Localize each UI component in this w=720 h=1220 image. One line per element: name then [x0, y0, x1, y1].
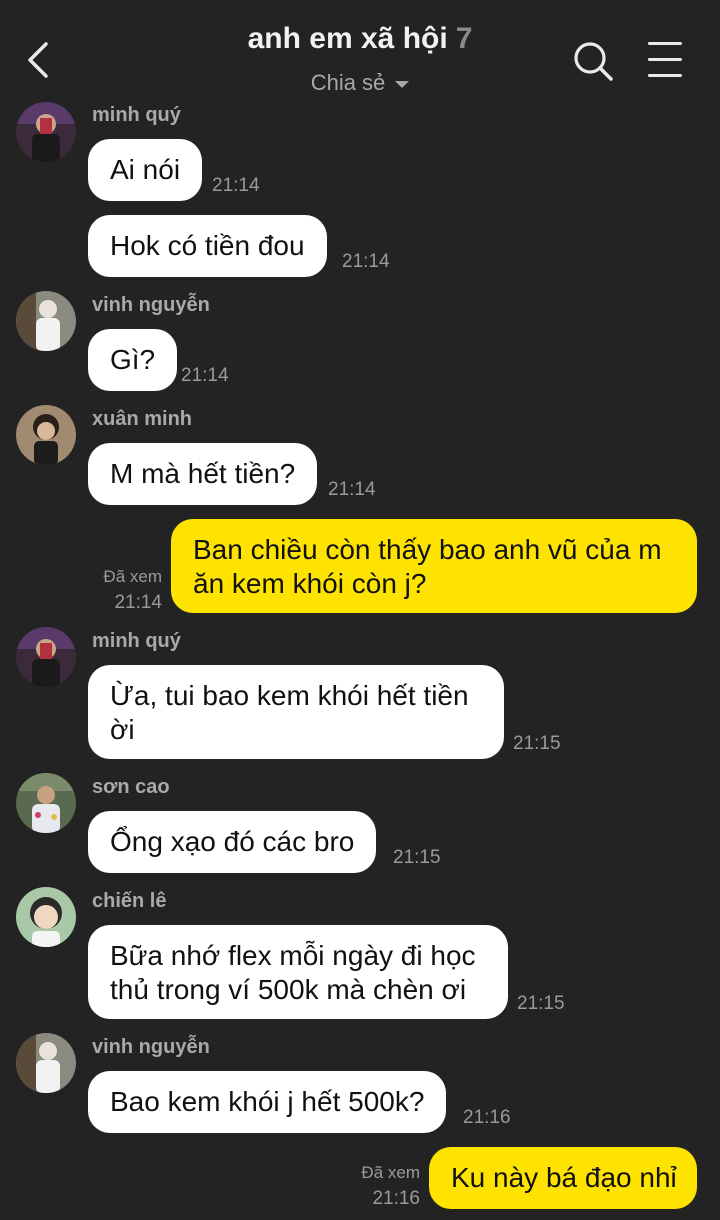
member-count: 7 [455, 22, 473, 55]
message-bubble[interactable]: Bữa nhớ flex mỗi ngày đi học thủ trong v… [88, 925, 508, 1019]
message-bubble[interactable]: Ổng xạo đó các bro [88, 811, 377, 873]
sender-name: xuân minh [92, 408, 193, 430]
message-time: 21:14 [181, 365, 229, 386]
my-message-bubble[interactable]: Ban chiều còn thấy bao anh vũ của m ăn k… [171, 519, 697, 613]
message-bubble[interactable]: M mà hết tiền? [88, 443, 318, 505]
avatar[interactable] [16, 102, 76, 162]
avatar[interactable] [16, 405, 76, 465]
message-bubble[interactable]: Bao kem khói j hết 500k? [88, 1071, 447, 1133]
message-time: 21:15 [517, 993, 565, 1014]
sender-name: minh quý [92, 630, 181, 652]
seen-status: Đã xem 21:14 [90, 564, 162, 616]
avatar-photo [16, 773, 76, 833]
message-time: 21:15 [513, 733, 561, 754]
my-message-bubble[interactable]: Ku này bá đạo nhỉ [429, 1147, 697, 1209]
avatar[interactable] [16, 1033, 76, 1093]
avatar[interactable] [16, 627, 76, 687]
sender-name: vinh nguyễn [92, 294, 210, 316]
chat-title: anh em xã hội [247, 22, 448, 55]
avatar-photo [16, 887, 76, 947]
message-bubble[interactable]: Ừa, tui bao kem khói hết tiền ời [88, 665, 504, 759]
message-time: 21:14 [212, 175, 260, 196]
seen-label: Đã xem [103, 567, 162, 586]
menu-button[interactable] [648, 42, 684, 78]
chevron-down-icon [395, 80, 410, 88]
avatar-photo [16, 627, 76, 687]
search-icon [574, 42, 613, 81]
message-time: 21:14 [342, 251, 390, 272]
share-label: Chia sẻ [310, 70, 386, 95]
seen-status: Đã xem 21:16 [348, 1160, 420, 1212]
avatar-photo [16, 291, 76, 351]
sender-name: vinh nguyễn [92, 1036, 210, 1058]
message-bubble[interactable]: Gì? [88, 329, 178, 391]
message-time: 21:14 [328, 479, 376, 500]
message-time: 21:15 [393, 847, 441, 868]
message-time: 21:16 [372, 1188, 420, 1209]
menu-icon [648, 42, 682, 45]
message-time: 21:16 [463, 1107, 511, 1128]
avatar[interactable] [16, 773, 76, 833]
avatar[interactable] [16, 887, 76, 947]
sender-name: chiến lê [92, 890, 167, 912]
message-time: 21:14 [114, 592, 162, 613]
avatar-photo [16, 1033, 76, 1093]
sender-name: minh quý [92, 104, 181, 126]
message-bubble[interactable]: Hok có tiền đou [88, 215, 327, 277]
search-button[interactable] [572, 40, 614, 82]
avatar-photo [16, 102, 76, 162]
avatar-photo [16, 405, 76, 465]
seen-label: Đã xem [361, 1163, 420, 1182]
message-bubble[interactable]: Ai nói [88, 139, 203, 201]
sender-name: sơn cao [92, 776, 170, 798]
chat-header: anh em xã hội 7 Chia sẻ [0, 0, 720, 100]
avatar[interactable] [16, 291, 76, 351]
